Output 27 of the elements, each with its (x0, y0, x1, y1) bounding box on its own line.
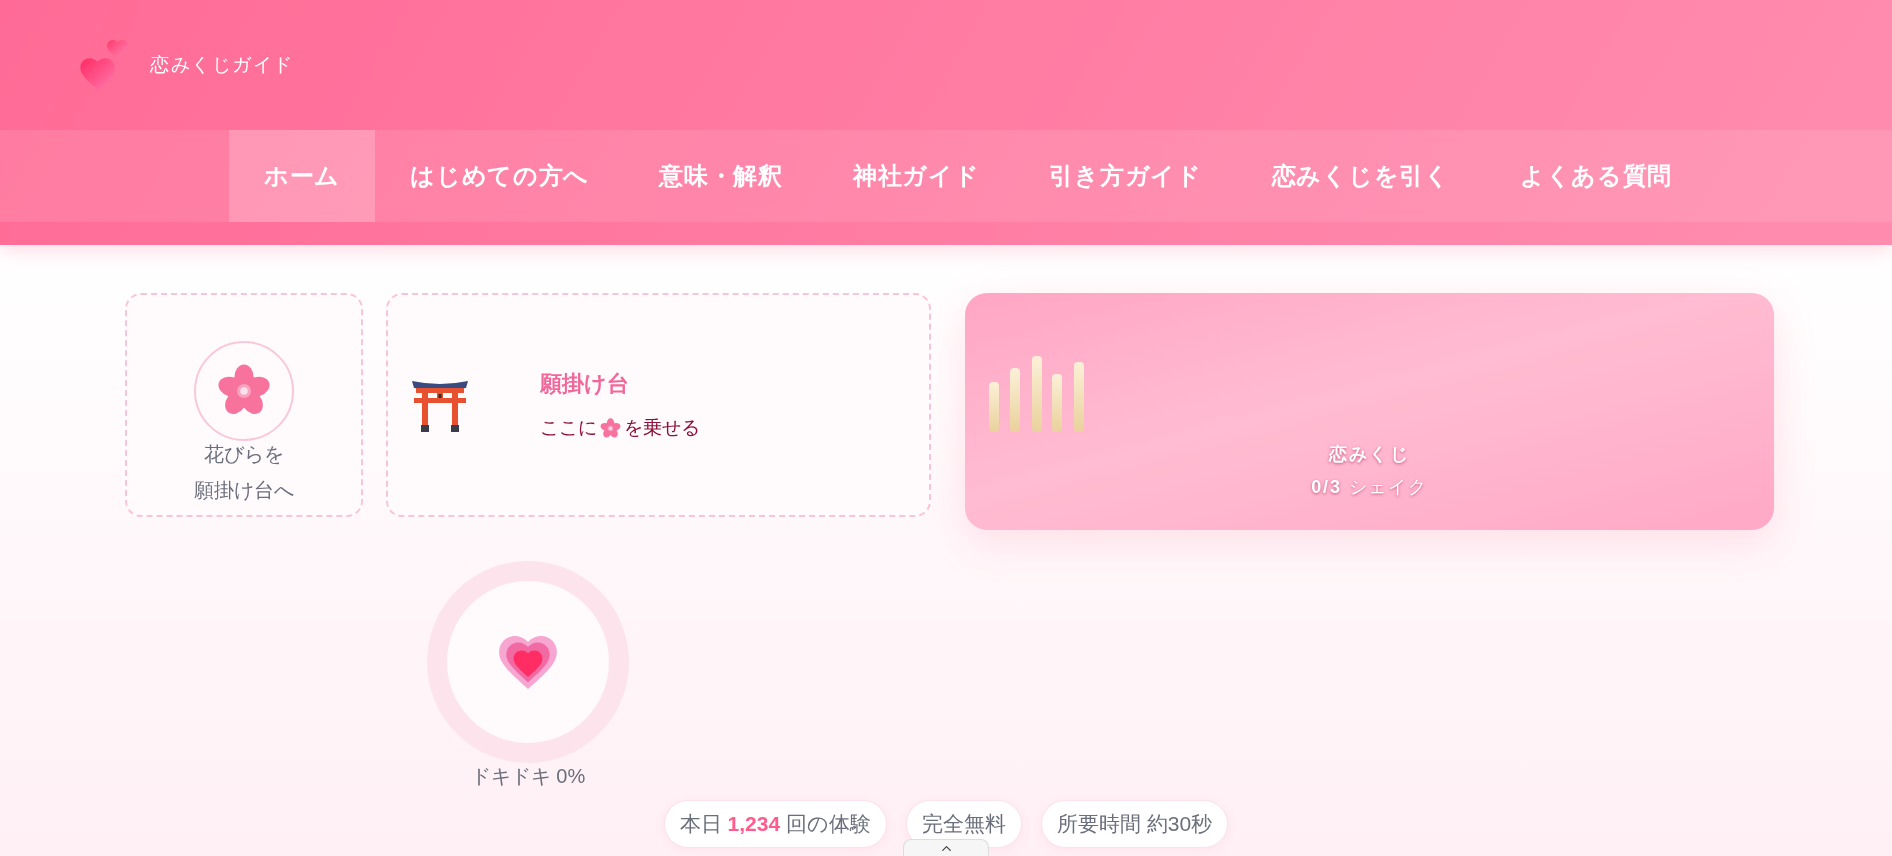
petal-hint-text: 花びらを (204, 442, 284, 467)
cherry-blossom-icon (600, 417, 621, 439)
fortune-stick (989, 382, 999, 432)
fortune-stick (1052, 374, 1062, 432)
stat-chip: 所要時間 約30秒 (1041, 800, 1229, 848)
torii-gate-icon (412, 378, 468, 432)
fortune-stick (1074, 362, 1084, 432)
stat-chip: 本日 1,234 回の体験 (663, 800, 887, 848)
instruction-text: ここに (540, 416, 597, 440)
nav-tab[interactable]: ホーム (229, 130, 376, 222)
wish-stand-title: 願掛け台 (540, 370, 630, 398)
nav-tab[interactable]: よくある質問 (1484, 130, 1708, 222)
heart-meter-label: ドキドキ 0% (470, 764, 586, 789)
fortune-stick (1010, 368, 1020, 432)
nav-tab[interactable]: 意味・解釈 (624, 130, 818, 222)
site-title: 恋みくじガイド (150, 52, 294, 77)
shake-count-text: 0/3 シェイク (1311, 476, 1428, 499)
hearts-logo-icon (80, 40, 128, 90)
omikuji-box[interactable]: 恋みくじ 0/3 シェイク (965, 293, 1774, 530)
petal-hint-text: 願掛け台へ (194, 478, 294, 503)
nav-tab[interactable]: 神社ガイド (817, 130, 1015, 222)
instruction-text: を乗せる (624, 416, 700, 440)
nav-tab[interactable]: 引き方ガイド (1014, 130, 1237, 222)
omikuji-title: 恋みくじ (1329, 443, 1410, 466)
nav-tab[interactable]: 恋みくじを引く (1236, 130, 1485, 222)
nav-tab[interactable]: はじめての方へ (375, 130, 625, 222)
heart-icon (499, 635, 557, 689)
